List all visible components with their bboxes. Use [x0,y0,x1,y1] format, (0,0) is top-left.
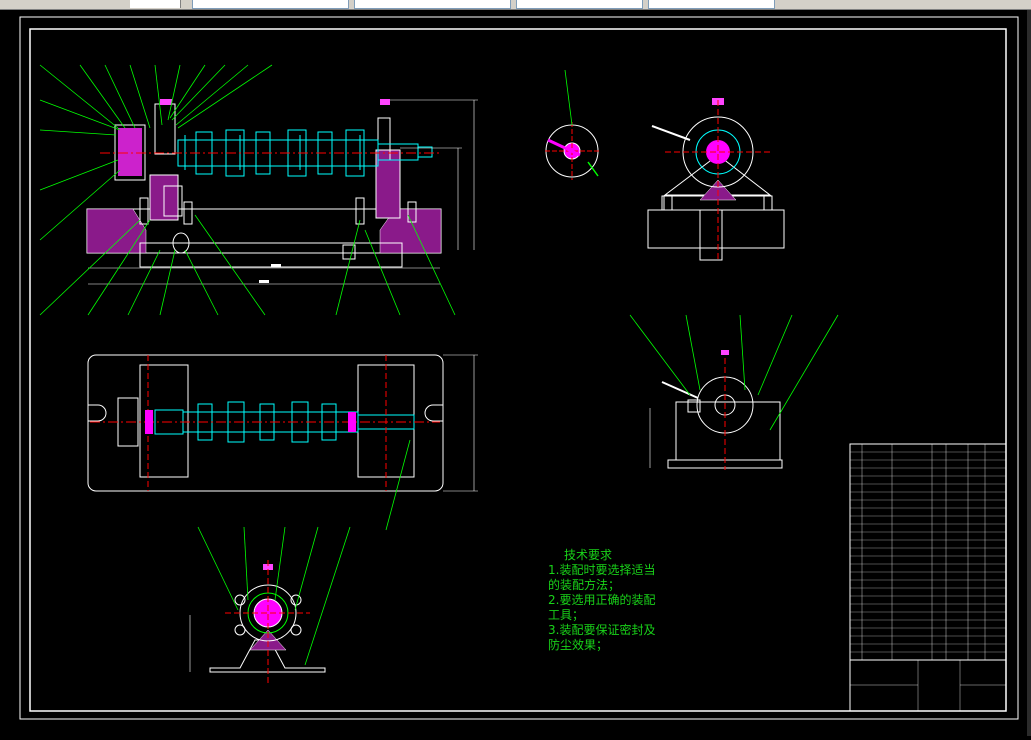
tech-req-line-2: 的装配方法； [548,578,621,592]
vertical-scrollbar[interactable] [1027,10,1031,736]
tech-requirements-title: 技术要求 [564,548,613,562]
layer-icon[interactable] [130,0,181,8]
section-view-a [189,526,351,685]
title-block [849,443,1007,712]
tech-req-line-3: 2.要选用正确的装配 [548,593,656,607]
lineweight-dropdown[interactable] [648,0,775,9]
drawing-canvas[interactable] [0,10,1031,736]
side-view-right [647,98,785,262]
tech-req-line-6: 防尘效果； [548,638,609,652]
tech-req-line-1: 1.装配时要选择适当 [548,563,656,577]
outer-frame [19,16,1019,720]
layer-dropdown[interactable] [192,0,349,9]
linetype-dropdown[interactable] [516,0,643,9]
tech-requirements: 技术要求 1.装配时要选择适当 的装配方法； 2.要选用正确的装配 工具； 3.… [548,548,688,653]
front-view [39,64,478,316]
tech-req-line-4: 工具； [548,608,585,622]
side-view-mid-right [629,314,839,470]
cad-toolbar [0,0,1031,10]
detail-view [545,69,600,180]
properties-icon[interactable] [778,0,1031,8]
color-dropdown[interactable] [354,0,511,9]
drawing-svg [19,16,1019,720]
tech-req-line-5: 3.装配要保证密封及 [548,623,656,637]
inner-frame [29,28,1007,712]
top-view [87,354,478,531]
